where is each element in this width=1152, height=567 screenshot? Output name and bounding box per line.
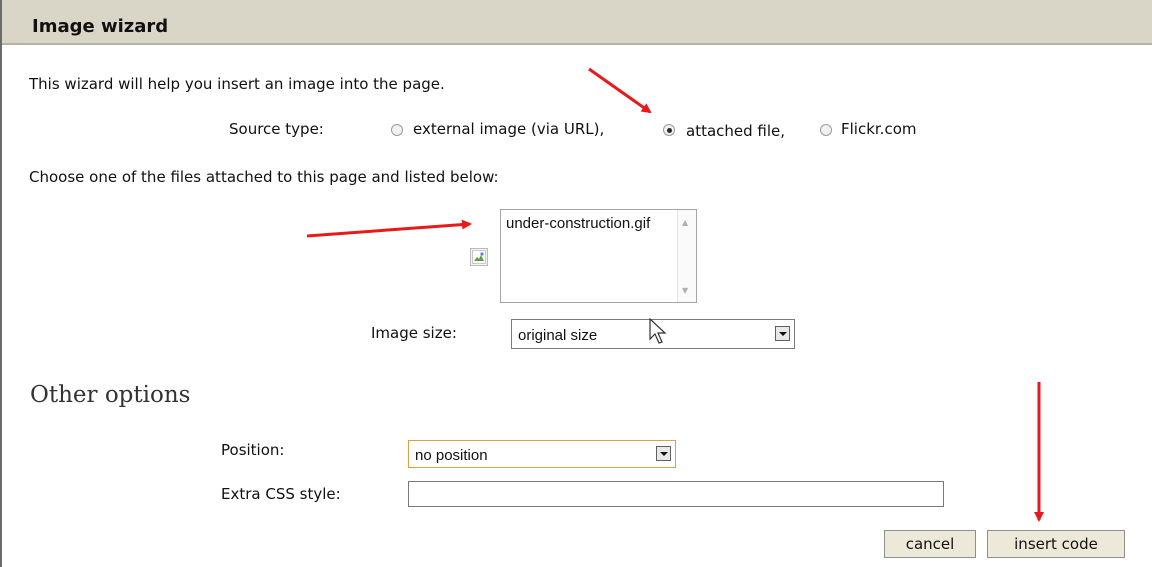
mouse-cursor-icon — [649, 318, 667, 344]
image-size-label: Image size: — [371, 324, 457, 342]
scroll-down-icon[interactable]: ▼ — [682, 286, 688, 295]
dialog-title-bar: Image wizard — [2, 0, 1152, 45]
extra-css-label: Extra CSS style: — [221, 485, 341, 503]
source-type-label: Source type: — [229, 120, 324, 138]
choose-file-instructions: Choose one of the files attached to this… — [29, 168, 499, 186]
radio-external-url-label[interactable]: external image (via URL), — [413, 120, 604, 138]
radio-flickr[interactable] — [820, 124, 832, 136]
dialog-title: Image wizard — [32, 16, 169, 37]
cancel-button[interactable]: cancel — [884, 530, 976, 558]
other-options-heading: Other options — [30, 382, 191, 408]
listbox-scrollbar[interactable]: ▲ ▼ — [677, 210, 696, 302]
position-label: Position: — [221, 441, 285, 459]
intro-text: This wizard will help you insert an imag… — [29, 75, 445, 93]
chevron-down-icon[interactable] — [656, 446, 671, 461]
radio-attached-file[interactable] — [663, 124, 675, 136]
position-select[interactable]: no position — [408, 440, 676, 468]
image-size-value: original size — [518, 327, 598, 344]
position-value: no position — [415, 447, 488, 464]
insert-code-button[interactable]: insert code — [987, 530, 1125, 558]
chevron-down-icon[interactable] — [775, 326, 790, 341]
arrow-to-attached-file — [588, 67, 652, 114]
radio-flickr-label[interactable]: Flickr.com — [841, 120, 917, 138]
window-frame-left — [0, 0, 2, 567]
attached-files-listbox[interactable]: under-construction.gif ▲ ▼ — [500, 209, 697, 303]
arrow-to-file-list — [306, 219, 472, 238]
radio-attached-file-label[interactable]: attached file, — [686, 122, 785, 140]
extra-css-input[interactable] — [408, 481, 944, 507]
broken-image-icon — [470, 248, 488, 266]
scroll-up-icon[interactable]: ▲ — [682, 218, 688, 227]
radio-external-url[interactable] — [391, 124, 403, 136]
file-list-item[interactable]: under-construction.gif — [506, 215, 650, 232]
